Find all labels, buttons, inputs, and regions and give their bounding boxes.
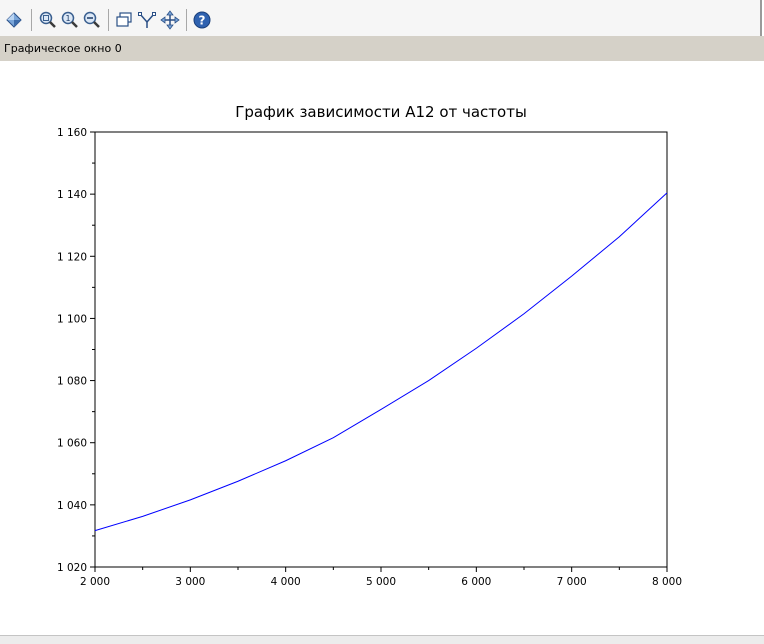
pan-icon[interactable]	[160, 10, 180, 30]
status-bar	[0, 635, 764, 644]
graphic-window: 1 ? Графическое окно 0 График зависимост…	[0, 0, 764, 644]
axes-frame	[94, 131, 668, 568]
x-tick-label: 6 000	[461, 576, 491, 588]
y-tick-label: 1 080	[57, 376, 87, 388]
toolbar-separator	[186, 9, 187, 31]
y-tick-label: 1 060	[57, 438, 87, 450]
toolbar-separator	[31, 9, 32, 31]
zoom-area-icon[interactable]	[82, 10, 102, 30]
zoom-in-icon[interactable]	[38, 10, 58, 30]
y-tick-label: 1 120	[57, 251, 87, 263]
window-label: Графическое окно 0	[0, 36, 764, 61]
x-tick-label: 4 000	[271, 576, 301, 588]
x-tick-label: 8 000	[652, 576, 682, 588]
data-tip-icon[interactable]	[114, 10, 134, 30]
x-tick-label: 2 000	[80, 576, 110, 588]
y-tick-label: 1 040	[57, 500, 87, 512]
rotate-3d-icon[interactable]	[4, 10, 24, 30]
y-tick-label: 1 160	[57, 127, 87, 139]
plot-area: График зависимости A12 от частоты 2 000 3 …	[0, 61, 762, 635]
plot-svg: График зависимости A12 от частоты 2 000 3 …	[57, 103, 682, 588]
y-tick-label: 1 100	[57, 313, 87, 325]
x-tick-label: 5 000	[366, 576, 396, 588]
svg-text:1: 1	[65, 14, 70, 23]
toolbar: 1 ?	[0, 0, 762, 36]
svg-text:?: ?	[199, 14, 206, 28]
y-tick-label: 1 020	[57, 562, 87, 574]
y-tick-label: 1 140	[57, 189, 87, 201]
series-line	[94, 192, 668, 532]
chart: График зависимости A12 от частоты 2 000 3 …	[0, 61, 762, 639]
edit-curve-icon[interactable]	[137, 10, 157, 30]
help-icon[interactable]: ?	[192, 10, 212, 30]
chart-title: График зависимости A12 от частоты	[235, 103, 527, 121]
x-tick-label: 3 000	[175, 576, 205, 588]
toolbar-separator	[108, 9, 109, 31]
zoom-original-icon[interactable]: 1	[60, 10, 80, 30]
x-tick-label: 7 000	[557, 576, 587, 588]
